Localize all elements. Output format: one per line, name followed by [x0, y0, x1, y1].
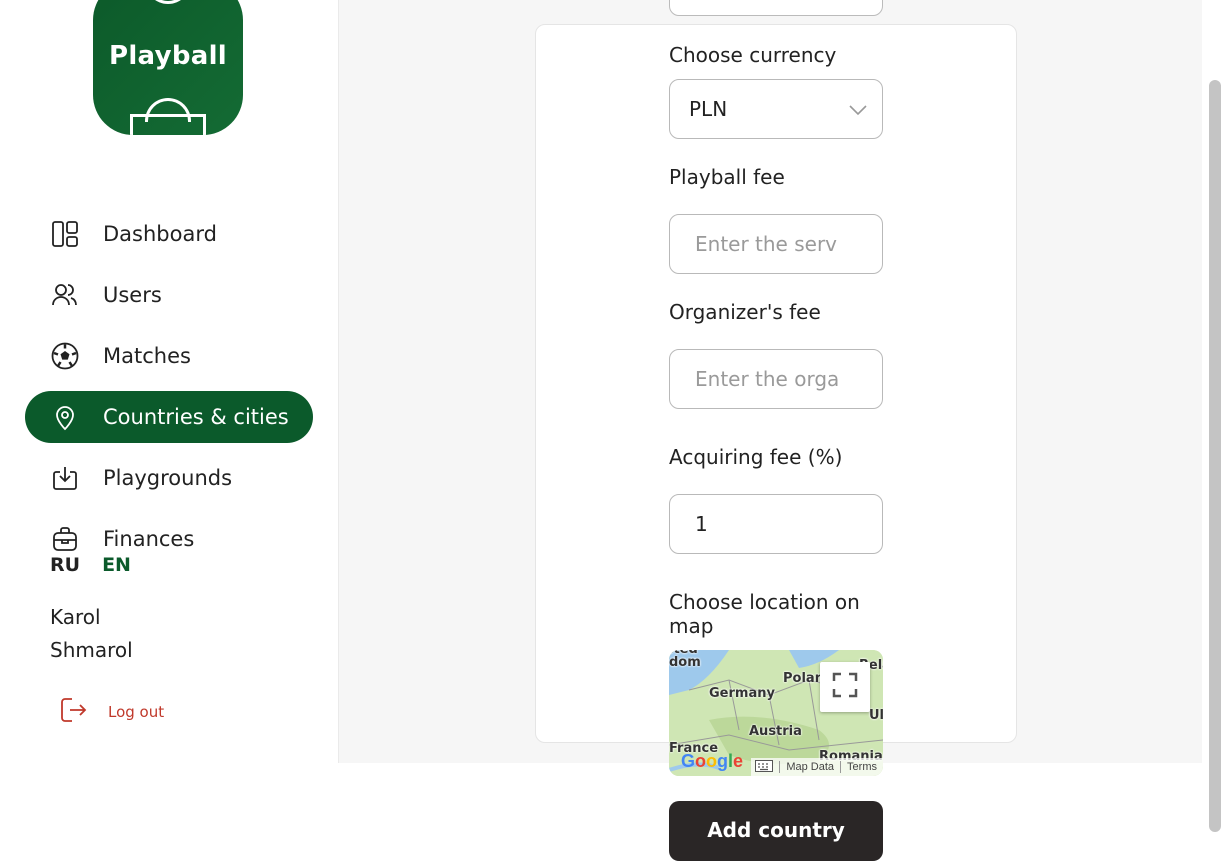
dashboard-icon: [50, 219, 80, 249]
add-country-button[interactable]: Add country: [669, 801, 883, 861]
logout-label: Log out: [108, 703, 165, 721]
google-logo: Google: [681, 751, 744, 771]
briefcase-icon: [50, 524, 80, 554]
language-switcher: RU EN: [50, 554, 131, 576]
fullscreen-icon: [832, 672, 858, 702]
currency-select[interactable]: PLN: [669, 79, 883, 139]
keyboard-icon[interactable]: [755, 759, 774, 775]
currency-value: PLN: [689, 97, 728, 121]
soccer-ball-icon: [50, 341, 80, 371]
sidebar-item-label: Dashboard: [103, 222, 217, 246]
download-tray-icon: [50, 463, 80, 493]
sidebar-item-matches[interactable]: Matches: [25, 330, 313, 382]
lang-en[interactable]: EN: [102, 554, 131, 576]
map-label-austria: Austria: [749, 724, 802, 739]
user-name: Karol Shmarol: [50, 601, 133, 667]
acquiring-fee-label: Acquiring fee (%): [669, 445, 843, 469]
map-fullscreen-button[interactable]: [820, 662, 870, 712]
sidebar-item-label: Countries & cities: [103, 405, 289, 429]
field-arc-top: [145, 0, 191, 4]
sidebar-item-label: Users: [103, 283, 162, 307]
map-attribution: Map Data Terms: [751, 758, 883, 776]
currency-label: Choose currency: [669, 43, 837, 67]
lang-ru[interactable]: RU: [50, 554, 80, 576]
user-last-name: Shmarol: [50, 638, 133, 662]
organizer-fee-input[interactable]: Enter the orga: [669, 349, 883, 409]
map-data-link[interactable]: Map Data: [786, 761, 834, 773]
sidebar-item-dashboard[interactable]: Dashboard: [25, 208, 313, 260]
logout-icon: [58, 695, 88, 729]
playball-fee-input[interactable]: Enter the serv: [669, 214, 883, 274]
map-terms-link[interactable]: Terms: [847, 761, 877, 773]
logo-text: Playball: [108, 41, 228, 71]
previous-field[interactable]: [669, 0, 883, 16]
sidebar-item-countries-cities[interactable]: Countries & cities: [25, 391, 313, 443]
map-label-germany: Germany: [709, 686, 775, 701]
sidebar-item-label: Matches: [103, 344, 191, 368]
sidebar-item-playgrounds[interactable]: Playgrounds: [25, 452, 313, 504]
map-label-poland: Polan: [783, 671, 824, 686]
scrollbar-thumb[interactable]: [1209, 80, 1221, 832]
chevron-down-icon: [848, 100, 868, 125]
field-goal-box: [130, 114, 206, 135]
location-map[interactable]: ited dom Germany Polan Belar Austria Ul …: [669, 650, 883, 776]
map-label-ukraine: Ul: [869, 708, 883, 723]
sidebar-nav: Dashboard Users Matches Countries & citi…: [25, 208, 313, 574]
user-first-name: Karol: [50, 605, 101, 629]
playball-fee-label: Playball fee: [669, 165, 785, 189]
map-pin-icon: [50, 402, 80, 432]
map-label-dom: dom: [669, 655, 701, 670]
sidebar: Playball Dashboard Users Matches Countri…: [0, 0, 338, 847]
logout-button[interactable]: Log out: [58, 695, 164, 729]
sidebar-item-users[interactable]: Users: [25, 269, 313, 321]
users-icon: [50, 280, 80, 310]
sidebar-item-label: Finances: [103, 527, 195, 551]
map-label: Choose location on map: [669, 590, 860, 638]
playball-logo[interactable]: Playball: [93, 0, 243, 135]
sidebar-item-label: Playgrounds: [103, 466, 233, 490]
organizer-fee-label: Organizer's fee: [669, 300, 821, 324]
acquiring-fee-input[interactable]: 1: [669, 494, 883, 554]
